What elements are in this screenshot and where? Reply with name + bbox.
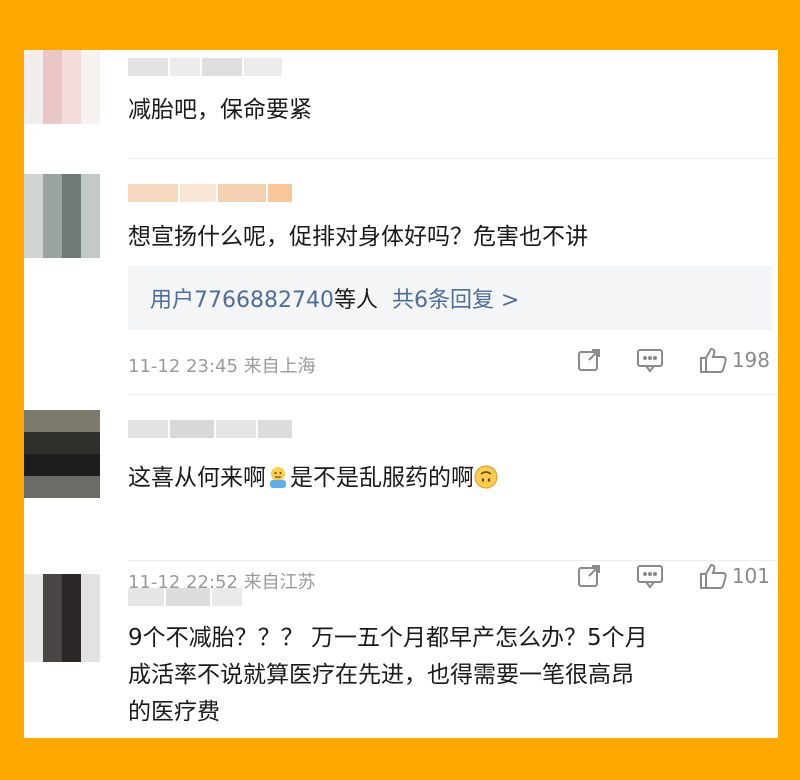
comment-text-line: 的医疗费 <box>128 699 220 725</box>
like-button[interactable]: 101 <box>698 562 770 590</box>
comment-icon <box>636 349 663 373</box>
share-button[interactable] <box>576 347 602 373</box>
reply-users[interactable]: 用户7766882740 <box>150 288 334 313</box>
comment-button[interactable] <box>636 563 664 589</box>
comment-button[interactable] <box>636 347 664 373</box>
comment-text-part: 是不是乱服药的啊 <box>290 465 474 491</box>
divider <box>128 158 778 159</box>
username-blurred[interactable] <box>128 184 294 202</box>
comment-icon <box>636 565 663 589</box>
like-icon <box>699 563 727 589</box>
share-button[interactable] <box>576 563 602 589</box>
avatar[interactable] <box>24 410 100 498</box>
comment-text: 这喜从何来啊 是不是乱服药的啊 <box>128 460 498 497</box>
username-blurred[interactable] <box>128 420 294 438</box>
reply-users-suffix: 等人 <box>333 288 378 313</box>
avatar[interactable] <box>24 50 100 124</box>
comment-text: 想宣扬什么呢，促排对身体好吗？危害也不讲 <box>128 224 588 250</box>
replies-box[interactable]: 用户7766882740等人 共6条回复 > <box>128 266 772 330</box>
like-count: 101 <box>731 564 770 588</box>
reply-count[interactable]: 共6条回复 > <box>392 288 519 313</box>
avatar[interactable] <box>24 574 100 662</box>
avatar[interactable] <box>24 174 100 258</box>
replies-link[interactable]: 用户7766882740等人 共6条回复 > <box>150 282 519 314</box>
comment-text-line: 成活率不说就算医疗在先进，也得需要一笔很高昂 <box>128 662 634 688</box>
comment-text: 9个不减胎？？？ 万一五个月都早产怎么办？5个月 成活率不说就算医疗在先进，也得… <box>128 620 648 731</box>
like-count: 198 <box>731 348 770 372</box>
comment-text: 减胎吧，保命要紧 <box>128 97 312 123</box>
like-icon <box>699 347 727 373</box>
share-icon <box>577 565 600 587</box>
comment-list: 减胎吧，保命要紧 想宣扬什么呢，促排对身体好吗？危害也不讲 用户77668827… <box>24 50 778 738</box>
shrug-emoji-icon <box>266 464 290 488</box>
comment-text-line: 9个不减胎？？？ 万一五个月都早产怎么办？5个月 <box>128 625 648 651</box>
comment-actions: 101 <box>542 562 770 590</box>
comment-text-part: 这喜从何来啊 <box>128 465 266 491</box>
username-blurred[interactable] <box>128 58 284 76</box>
comment-meta: 11-12 23:45 来自上海 <box>128 356 316 377</box>
divider <box>128 394 778 395</box>
divider <box>128 560 778 561</box>
username-blurred[interactable] <box>128 588 244 606</box>
like-button[interactable]: 198 <box>698 346 770 374</box>
share-icon <box>577 349 600 371</box>
upside-down-face-icon <box>474 464 498 489</box>
comment-actions: 198 <box>542 346 770 374</box>
